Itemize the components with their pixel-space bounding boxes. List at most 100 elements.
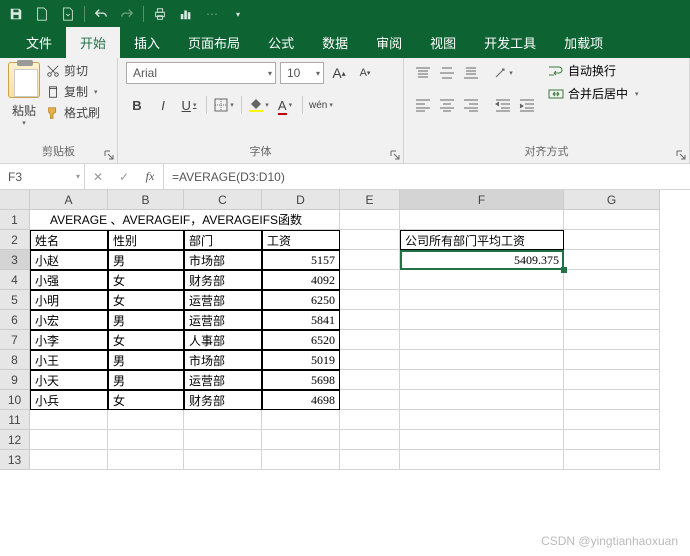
col-header-A[interactable]: A: [30, 190, 108, 210]
open-file-icon[interactable]: [56, 2, 80, 26]
cell[interactable]: [340, 290, 400, 310]
cell[interactable]: [340, 310, 400, 330]
cell[interactable]: [184, 430, 262, 450]
col-header-C[interactable]: C: [184, 190, 262, 210]
cell[interactable]: 小强: [30, 270, 108, 290]
cell[interactable]: 小王: [30, 350, 108, 370]
cell[interactable]: 公司所有部门平均工资: [400, 230, 564, 250]
row-header[interactable]: 2: [0, 230, 30, 250]
qat-dropdown-icon[interactable]: ▾: [226, 2, 250, 26]
row-header[interactable]: 9: [0, 370, 30, 390]
cell[interactable]: 运营部: [184, 370, 262, 390]
cell[interactable]: [400, 290, 564, 310]
cell[interactable]: [564, 210, 660, 230]
cell[interactable]: [30, 430, 108, 450]
cell[interactable]: [262, 450, 340, 470]
align-left-icon[interactable]: [412, 94, 434, 116]
cell[interactable]: [108, 450, 184, 470]
row-header[interactable]: 11: [0, 410, 30, 430]
dialog-launcher-icon[interactable]: [675, 149, 687, 161]
align-middle-icon[interactable]: [436, 62, 458, 84]
cell[interactable]: [400, 390, 564, 410]
cell[interactable]: [400, 430, 564, 450]
cell[interactable]: 6250: [262, 290, 340, 310]
print-icon[interactable]: [148, 2, 172, 26]
cell[interactable]: [564, 450, 660, 470]
align-bottom-icon[interactable]: [460, 62, 482, 84]
cell[interactable]: [564, 230, 660, 250]
dialog-launcher-icon[interactable]: [389, 149, 401, 161]
cell[interactable]: [30, 450, 108, 470]
cell[interactable]: 小宏: [30, 310, 108, 330]
increase-font-icon[interactable]: A▴: [328, 62, 350, 84]
cell[interactable]: [340, 250, 400, 270]
cell[interactable]: AVERAGE 、AVERAGEIF，AVERAGEIFS函数: [30, 210, 108, 230]
row-header[interactable]: 6: [0, 310, 30, 330]
format-painter-button[interactable]: 格式刷: [46, 104, 100, 121]
row-header[interactable]: 12: [0, 430, 30, 450]
cell[interactable]: [564, 350, 660, 370]
cut-button[interactable]: 剪切: [46, 62, 100, 79]
cell[interactable]: 性别: [108, 230, 184, 250]
font-name-select[interactable]: Arial▾: [126, 62, 276, 84]
cell[interactable]: 4092: [262, 270, 340, 290]
row-header[interactable]: 13: [0, 450, 30, 470]
cell[interactable]: [400, 210, 564, 230]
tab-review[interactable]: 审阅: [362, 27, 416, 58]
cell[interactable]: [400, 350, 564, 370]
cell[interactable]: 小赵: [30, 250, 108, 270]
cell[interactable]: 女: [108, 330, 184, 350]
cell[interactable]: [108, 430, 184, 450]
row-header[interactable]: 1: [0, 210, 30, 230]
fx-icon[interactable]: fx: [137, 169, 163, 184]
cell[interactable]: 男: [108, 350, 184, 370]
cell[interactable]: [564, 310, 660, 330]
bold-button[interactable]: B: [126, 94, 148, 116]
cell[interactable]: 男: [108, 250, 184, 270]
font-size-select[interactable]: 10▾: [280, 62, 324, 84]
decrease-font-icon[interactable]: A▾: [354, 62, 376, 84]
cell[interactable]: 运营部: [184, 310, 262, 330]
cell[interactable]: 4698: [262, 390, 340, 410]
tab-developer[interactable]: 开发工具: [470, 27, 550, 58]
cell[interactable]: 小兵: [30, 390, 108, 410]
cell[interactable]: 女: [108, 390, 184, 410]
cell[interactable]: [400, 370, 564, 390]
font-color-button[interactable]: A: [274, 94, 296, 116]
cell[interactable]: [184, 410, 262, 430]
cell[interactable]: [564, 290, 660, 310]
row-header[interactable]: 3: [0, 250, 30, 270]
cell[interactable]: [564, 410, 660, 430]
cell[interactable]: [340, 390, 400, 410]
cell[interactable]: [30, 410, 108, 430]
copy-button[interactable]: 复制▾: [46, 83, 100, 100]
cell[interactable]: [184, 450, 262, 470]
cell[interactable]: [564, 270, 660, 290]
border-button[interactable]: [213, 94, 235, 116]
increase-indent-icon[interactable]: [516, 94, 538, 116]
row-header[interactable]: 8: [0, 350, 30, 370]
select-all-corner[interactable]: [0, 190, 30, 210]
cell[interactable]: 5409.375: [400, 250, 564, 270]
cell[interactable]: [400, 410, 564, 430]
phonetic-button[interactable]: wén: [309, 94, 333, 116]
undo-icon[interactable]: [89, 2, 113, 26]
more-icon[interactable]: ⋯: [200, 2, 224, 26]
decrease-indent-icon[interactable]: [492, 94, 514, 116]
cell[interactable]: 姓名: [30, 230, 108, 250]
cell[interactable]: 小天: [30, 370, 108, 390]
align-top-icon[interactable]: [412, 62, 434, 84]
cell[interactable]: 市场部: [184, 250, 262, 270]
save-icon[interactable]: [4, 2, 28, 26]
align-center-icon[interactable]: [436, 94, 458, 116]
cell[interactable]: 男: [108, 370, 184, 390]
chart-icon[interactable]: [174, 2, 198, 26]
cell[interactable]: 5841: [262, 310, 340, 330]
formula-input[interactable]: =AVERAGE(D3:D10): [164, 164, 690, 189]
new-file-icon[interactable]: [30, 2, 54, 26]
tab-layout[interactable]: 页面布局: [174, 27, 254, 58]
italic-button[interactable]: I: [152, 94, 174, 116]
cell[interactable]: [400, 450, 564, 470]
cell[interactable]: 5019: [262, 350, 340, 370]
cell[interactable]: [340, 350, 400, 370]
